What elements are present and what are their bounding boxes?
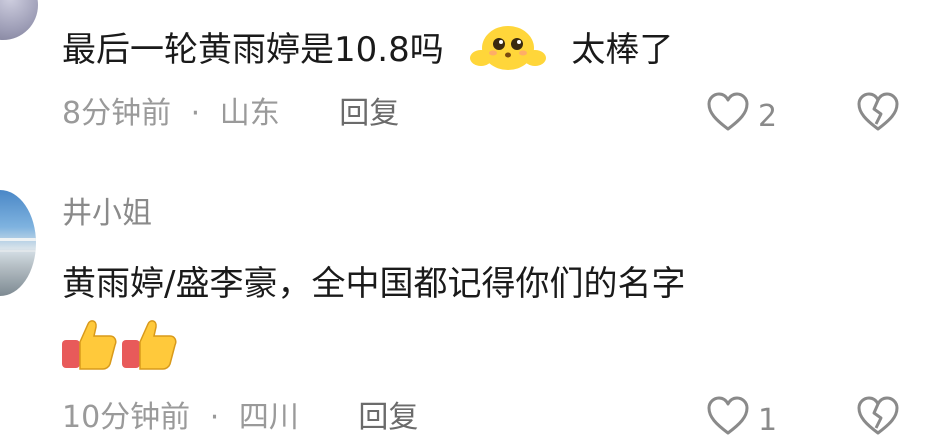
comment-meta: 10分钟前 · 四川 回复	[62, 400, 418, 436]
timestamp: 10分钟前	[62, 400, 191, 435]
comment-meta: 8分钟前 · 山东 回复	[62, 96, 399, 132]
avatar[interactable]	[0, 0, 38, 40]
separator: ·	[209, 400, 220, 435]
like-count: 1	[758, 402, 778, 438]
like-count: 2	[758, 98, 778, 134]
broken-heart-icon	[855, 396, 901, 440]
location: 四川	[238, 400, 299, 435]
dislike-button[interactable]	[855, 396, 901, 440]
dislike-button[interactable]	[855, 92, 901, 136]
thumbs-up-icon	[120, 316, 178, 376]
broken-heart-icon	[855, 92, 901, 136]
comment-text: 最后一轮黄雨婷是10.8吗 太棒了	[62, 22, 673, 81]
separator: ·	[190, 96, 201, 131]
comment-text: 黄雨婷/盛李豪，全中国都记得你们的名字	[62, 264, 686, 304]
username[interactable]: 井小姐	[62, 196, 152, 232]
cute-face-emoji-icon	[469, 22, 547, 81]
location: 山东	[219, 96, 280, 131]
comment-text-part: 最后一轮黄雨婷是10.8吗	[62, 30, 444, 70]
avatar[interactable]	[0, 190, 36, 296]
like-button[interactable]: 2	[706, 92, 777, 140]
comment-text-part: 太棒了	[571, 30, 674, 70]
thumbs-up-icon	[60, 316, 118, 376]
reply-button[interactable]: 回复	[358, 400, 418, 435]
heart-icon	[706, 92, 750, 140]
reply-button[interactable]: 回复	[339, 96, 399, 131]
timestamp: 8分钟前	[62, 96, 172, 131]
emoji-row	[60, 316, 178, 376]
